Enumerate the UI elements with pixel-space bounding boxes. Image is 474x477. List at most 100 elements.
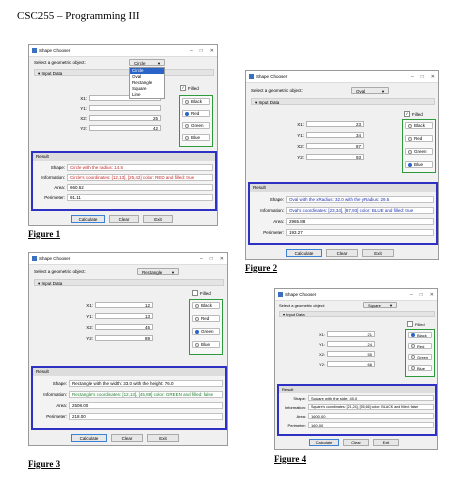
close-icon[interactable]: ✕ xyxy=(431,74,435,80)
minimize-icon[interactable]: – xyxy=(411,74,414,80)
radio-black[interactable]: Black xyxy=(182,98,210,105)
calculate-button[interactable]: Calculate xyxy=(309,439,339,446)
app-icon xyxy=(32,48,37,53)
window-title: Shape Chooser xyxy=(39,256,71,261)
maximize-icon[interactable]: □ xyxy=(200,48,203,54)
radio-red[interactable]: Red xyxy=(408,343,432,349)
minimize-icon[interactable]: – xyxy=(190,48,193,54)
radio-green[interactable]: Green xyxy=(182,122,210,129)
x2-input[interactable]: 87 xyxy=(306,143,364,149)
perimeter-output: 91.11 xyxy=(67,194,213,201)
x2-input[interactable]: 45 xyxy=(95,324,153,330)
shape-prompt: Select a geometric object: xyxy=(279,303,326,308)
shape-dropdown-list[interactable]: Circle Oval Rectangle Square Line xyxy=(129,67,165,99)
clear-button[interactable]: Clear xyxy=(343,439,369,446)
input-data-header[interactable]: ▾ Input Data xyxy=(34,279,224,286)
information-output: Square's coordinates: [21,24], [55,66] c… xyxy=(308,404,434,410)
clear-button[interactable]: Clear xyxy=(109,215,139,223)
check-icon: ✓ xyxy=(180,85,186,91)
x1-input[interactable]: 21 xyxy=(327,331,375,337)
close-icon[interactable]: ✕ xyxy=(210,48,214,54)
exit-button[interactable]: Exit xyxy=(147,434,179,442)
color-radio-group: Black Red Green Blue xyxy=(402,119,436,173)
minimize-icon[interactable]: – xyxy=(410,292,413,298)
radio-black[interactable]: Black xyxy=(405,122,433,129)
area-output: 660.52 xyxy=(67,184,213,191)
calculate-button[interactable]: Calculate xyxy=(286,249,322,257)
color-radio-group: Black Red Green Blue xyxy=(189,299,223,355)
result-header: Result xyxy=(279,386,435,393)
area-label: Area: xyxy=(296,414,306,419)
perimeter-label: Perimeter: xyxy=(263,230,284,235)
radio-black[interactable]: Black xyxy=(192,302,220,309)
y2-input[interactable]: 42 xyxy=(89,125,161,131)
shape-prompt: Select a geometric object: xyxy=(34,60,86,65)
shape-select[interactable]: Oval ▼ xyxy=(351,87,389,94)
close-icon[interactable]: ✕ xyxy=(220,256,224,262)
shape-prompt: Select a geometric object: xyxy=(34,269,86,274)
radio-blue[interactable]: Blue xyxy=(192,341,220,348)
x2-label: X2: xyxy=(297,144,304,149)
filled-checkbox[interactable]: Filled xyxy=(192,290,211,296)
maximize-icon[interactable]: □ xyxy=(210,256,213,262)
filled-checkbox[interactable]: Filled xyxy=(407,321,425,327)
area-label: Area: xyxy=(56,403,67,408)
maximize-icon[interactable]: □ xyxy=(420,292,423,298)
shape-select[interactable]: Square ▼ xyxy=(363,302,397,308)
shape-select[interactable]: Rectangle ▼ xyxy=(137,268,179,275)
close-icon[interactable]: ✕ xyxy=(430,292,434,298)
radio-blue[interactable]: Blue xyxy=(405,161,433,168)
radio-green[interactable]: Green xyxy=(192,328,220,335)
radio-green[interactable]: Green xyxy=(408,354,432,360)
radio-red[interactable]: Red xyxy=(182,110,210,117)
y2-label: Y2: xyxy=(86,336,93,341)
y2-label: Y2: xyxy=(297,155,304,160)
y2-input[interactable]: 93 xyxy=(306,154,364,160)
y1-input[interactable]: 24 xyxy=(327,341,375,347)
calculate-button[interactable]: Calculate xyxy=(71,215,105,223)
input-data-header[interactable]: ▾ Input Data xyxy=(251,98,435,105)
chevron-down-icon: ▼ xyxy=(157,61,161,66)
minimize-icon[interactable]: – xyxy=(200,256,203,262)
calculate-button[interactable]: Calculate xyxy=(71,434,107,442)
shape-chooser-window-4: Shape Chooser – □ ✕ Select a geometric obj… xyxy=(274,288,438,450)
radio-black[interactable]: Black xyxy=(408,332,432,338)
y1-input[interactable]: 34 xyxy=(306,132,364,138)
x1-input[interactable]: 12 xyxy=(95,302,153,308)
exit-button[interactable]: Exit xyxy=(373,439,399,446)
y1-label: Y1: xyxy=(86,314,93,319)
radio-blue[interactable]: Blue xyxy=(182,134,210,141)
radio-blue[interactable]: Blue xyxy=(408,365,432,371)
x1-input[interactable]: 23 xyxy=(306,121,364,127)
chevron-down-icon: ▼ xyxy=(171,270,175,275)
radio-red[interactable]: Red xyxy=(192,315,220,322)
shape-output: Circle with the radius: 14.5 xyxy=(67,164,213,171)
y1-input[interactable]: 13 xyxy=(95,313,153,319)
x2-input[interactable]: 25 xyxy=(89,115,161,121)
title-bar: Shape Chooser – □ ✕ xyxy=(29,45,217,57)
dropdown-item-line[interactable]: Line xyxy=(130,92,164,98)
app-icon xyxy=(249,74,254,79)
filled-checkbox[interactable]: ✓ Filled xyxy=(180,85,199,91)
x1-label: X1: xyxy=(86,303,93,308)
y1-input[interactable] xyxy=(89,105,161,111)
maximize-icon[interactable]: □ xyxy=(421,74,424,80)
radio-red[interactable]: Red xyxy=(405,135,433,142)
y2-input[interactable]: 89 xyxy=(95,335,153,341)
title-bar: Shape Chooser – □ ✕ xyxy=(246,71,438,83)
clear-button[interactable]: Clear xyxy=(326,249,358,257)
radio-green[interactable]: Green xyxy=(405,148,433,155)
shape-select[interactable]: Circle ▼ xyxy=(129,59,165,66)
app-icon xyxy=(32,256,37,261)
shape-label: Shape: xyxy=(269,197,284,202)
input-data-header[interactable]: ▾ Input Data xyxy=(34,69,214,76)
clear-button[interactable]: Clear xyxy=(111,434,143,442)
exit-button[interactable]: Exit xyxy=(362,249,394,257)
exit-button[interactable]: Exit xyxy=(143,215,173,223)
x2-input[interactable]: 55 xyxy=(327,351,375,357)
area-output: 1600.00 xyxy=(308,413,434,419)
input-data-header[interactable]: ▾ Input Data xyxy=(279,311,435,317)
filled-checkbox[interactable]: ✓ Filled xyxy=(404,111,423,117)
y2-input[interactable]: 66 xyxy=(327,361,375,367)
information-label: Information: xyxy=(284,405,306,410)
